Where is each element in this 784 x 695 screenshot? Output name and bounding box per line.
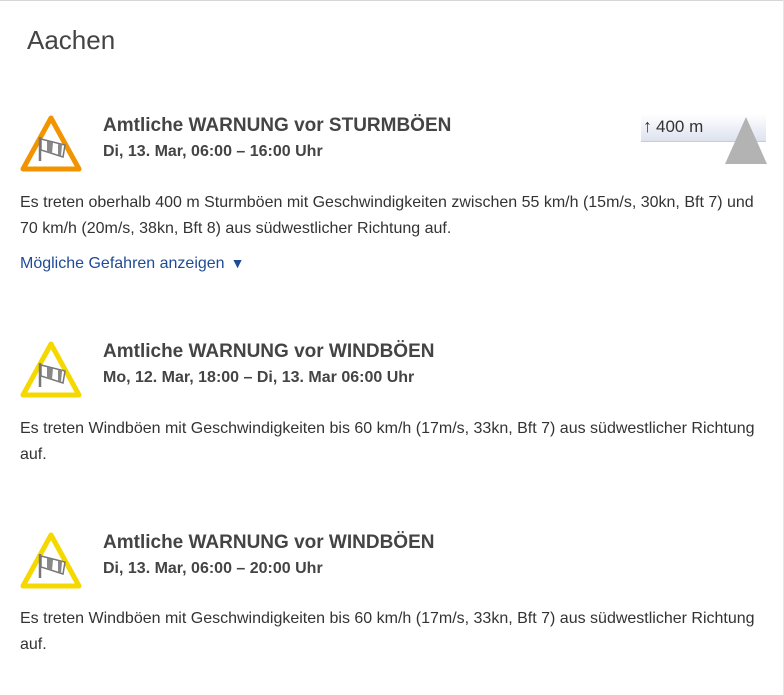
wind-sock-icon [20, 115, 82, 172]
show-dangers-link[interactable]: Mögliche Gefahren anzeigen ▼ [20, 255, 244, 273]
warning-title: Amtliche WARNUNG vor WINDBÖEN [103, 341, 435, 362]
altitude-value: 400 m [656, 117, 704, 136]
warning-description: Es treten Windböen mit Geschwindigkeiten… [20, 610, 755, 653]
altitude-indicator: ↑ 400 m [641, 114, 767, 164]
warning-description: Es treten oberhalb 400 m Sturmböen mit G… [20, 194, 754, 237]
arrow-up-icon: ↑ [643, 116, 652, 136]
show-dangers-link-label: Mögliche Gefahren anzeigen [20, 255, 225, 272]
warning-title: Amtliche WARNUNG vor WINDBÖEN [103, 532, 435, 553]
warning-date: Di, 13. Mar, 06:00 – 20:00 Uhr [103, 560, 323, 577]
warning-description: Es treten Windböen mit Geschwindigkeiten… [20, 420, 755, 463]
warning-date: Mo, 12. Mar, 18:00 – Di, 13. Mar 06:00 U… [103, 369, 415, 386]
triangle-down-icon: ▼ [230, 255, 245, 271]
wind-sock-icon [20, 341, 82, 398]
warning-date: Di, 13. Mar, 06:00 – 16:00 Uhr [103, 143, 323, 160]
city-title: Aachen [27, 25, 116, 55]
mountain-icon [725, 117, 767, 164]
altitude-label: ↑ 400 m [643, 116, 703, 137]
wind-sock-icon [20, 532, 82, 589]
top-divider [0, 0, 784, 1]
warning-title: Amtliche WARNUNG vor STURMBÖEN [103, 115, 452, 136]
